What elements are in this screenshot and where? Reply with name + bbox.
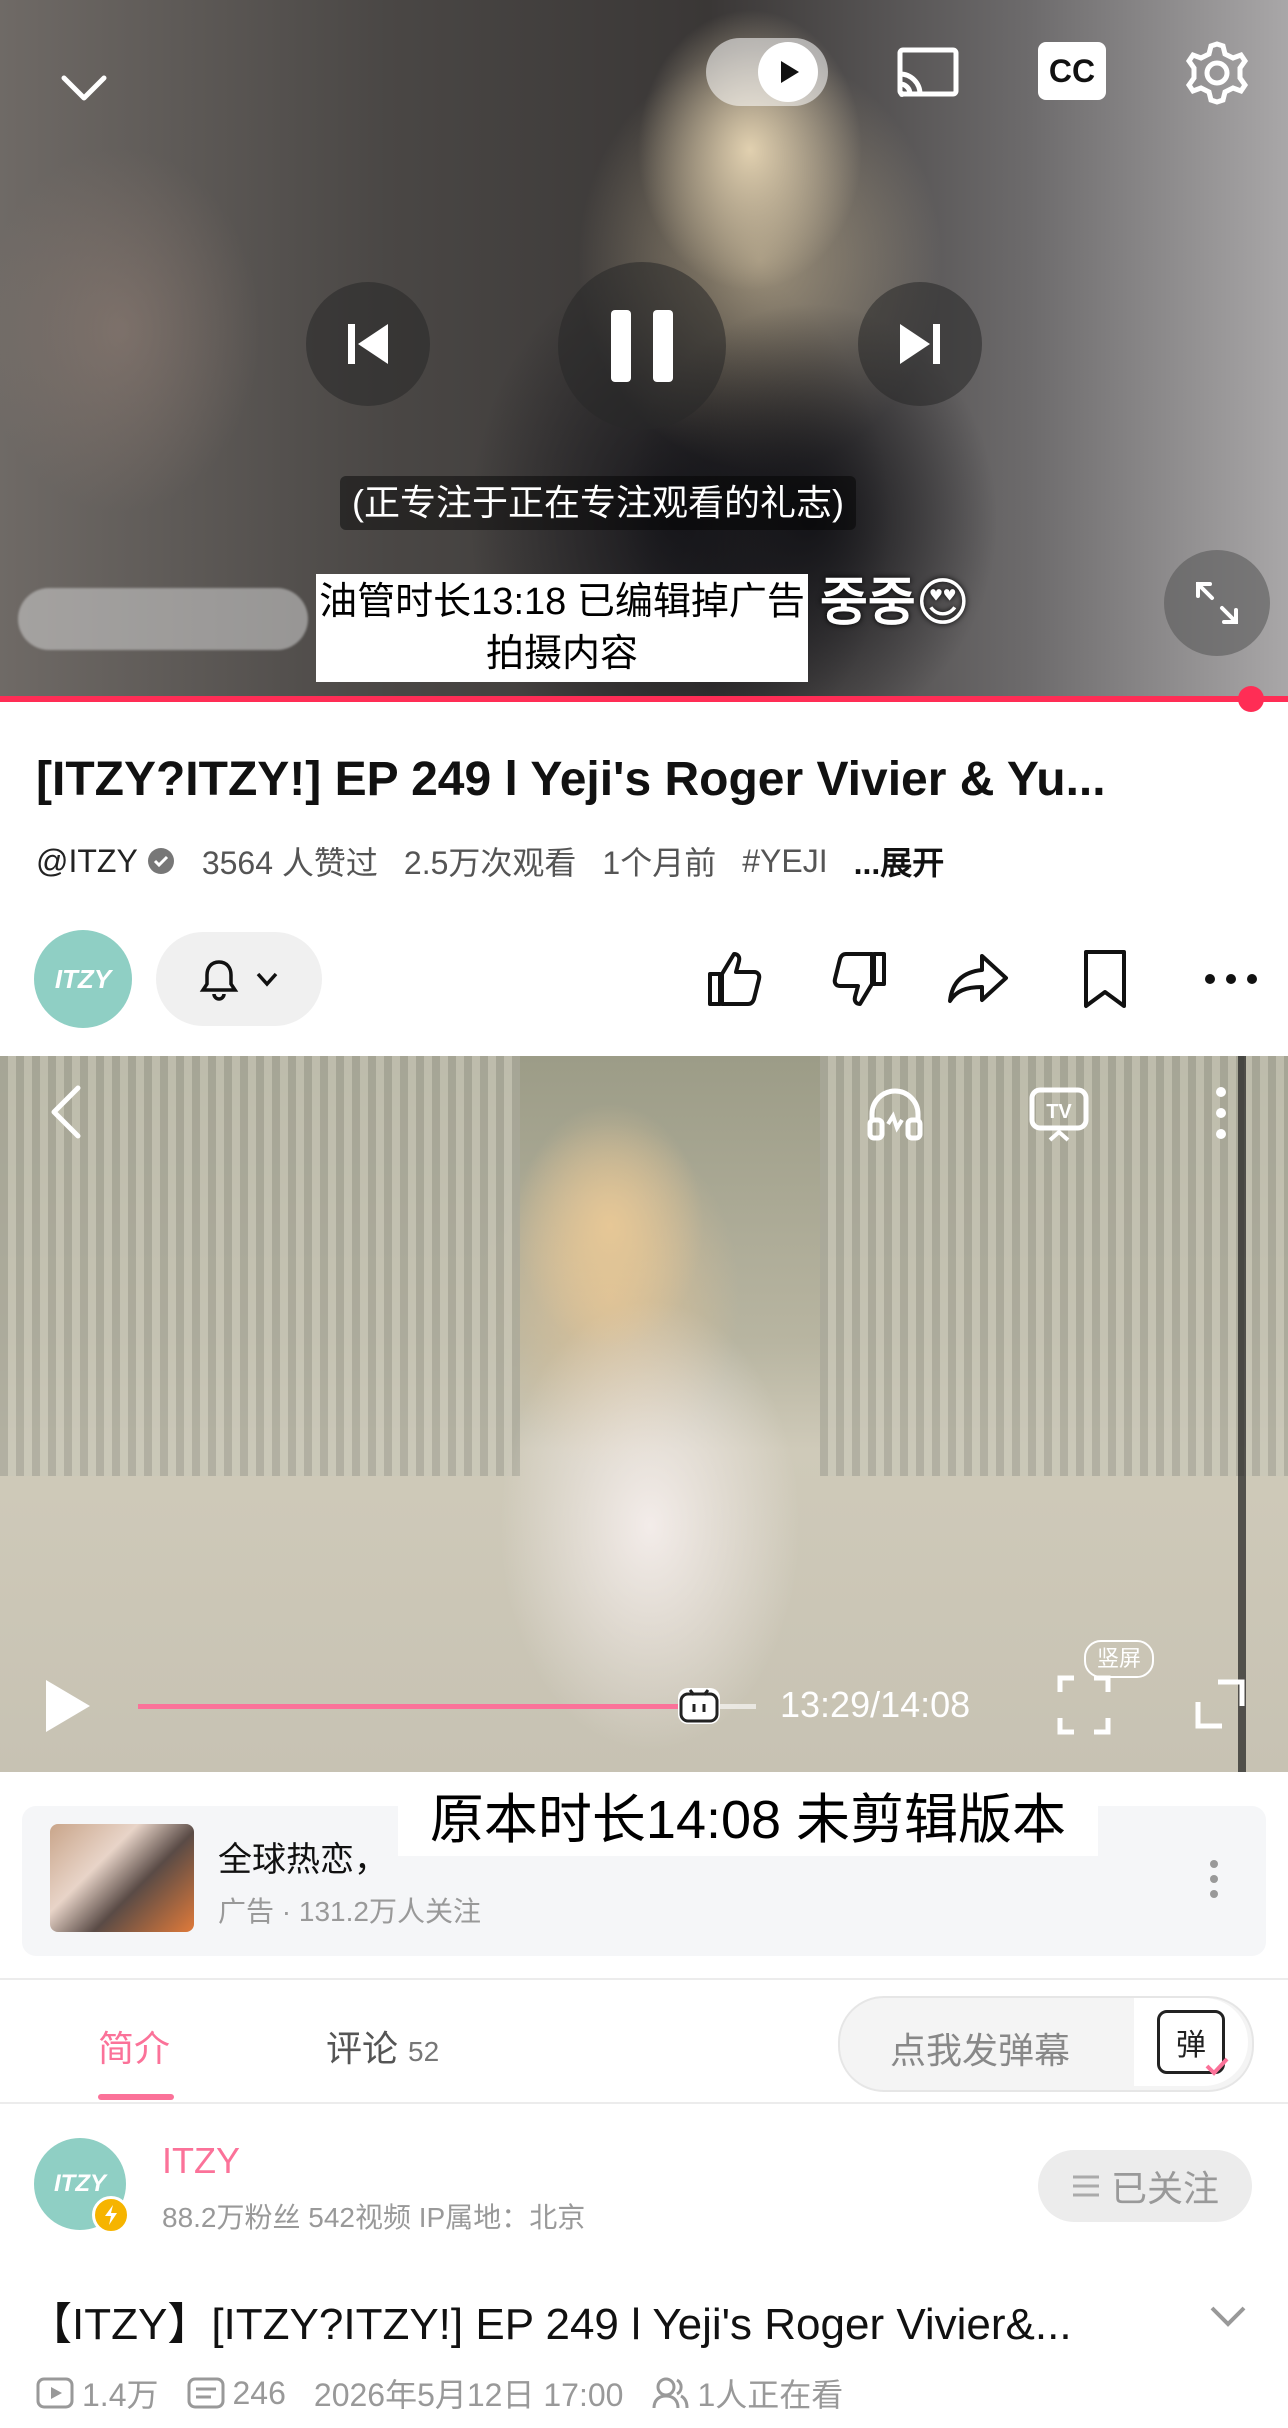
danmaku-icon: 弹 <box>1157 2010 1229 2076</box>
tab-intro[interactable]: 简介 <box>98 2020 170 2072</box>
youtube-progress-handle[interactable] <box>1238 686 1264 712</box>
more-options-button[interactable] <box>1196 944 1266 1014</box>
followed-button[interactable]: 已关注 <box>1038 2150 1252 2222</box>
tab-comments-count: 52 <box>408 2036 440 2067</box>
pause-button[interactable] <box>558 262 726 430</box>
video-frame-figure <box>440 1056 910 1772</box>
cast-icon[interactable] <box>892 40 962 110</box>
bili-fullscreen-button[interactable] <box>1192 1676 1248 1732</box>
skip-previous-icon <box>348 324 388 364</box>
next-button[interactable] <box>858 282 982 406</box>
bookmark-icon <box>1084 950 1126 1008</box>
bell-icon <box>199 960 239 1001</box>
captions-cc-icon[interactable]: CC <box>1038 42 1106 100</box>
youtube-progress-bar[interactable] <box>0 696 1288 702</box>
svg-text:TV: TV <box>1046 1101 1072 1123</box>
video-meta-row: @ITZY 3564 人赞过 2.5万次观看 1个月前 #YEJI ...展开 <box>36 838 944 884</box>
tv-cast-icon[interactable]: TV <box>1026 1080 1092 1146</box>
bili-stats-row: 1.4万 246 2026年5月12日 17:00 1人正在看 <box>36 2370 857 2416</box>
bili-progress-fill <box>138 1704 699 1709</box>
play-count: 1.4万 <box>82 2377 159 2413</box>
bili-video-title: 【ITZY】[ITZY?ITZY!] EP 249 l Yeji's Roger… <box>28 2300 1072 2349</box>
autoplay-play-icon <box>758 42 818 102</box>
danmaku-count: 246 <box>232 2374 286 2411</box>
share-arrow-icon <box>948 954 1008 1003</box>
ad-more-icon[interactable] <box>1204 1856 1224 1902</box>
watching-count: 1人正在看 <box>697 2377 844 2413</box>
skip-next-icon <box>900 324 940 364</box>
danmaku-toggle-button[interactable]: 弹 <box>1134 1998 1248 2086</box>
subscription-bell-button[interactable] <box>156 932 322 1026</box>
channel-avatar[interactable]: ITZY <box>34 930 132 1028</box>
bili-play-button[interactable] <box>40 1676 96 1736</box>
expand-arrows-icon <box>1196 582 1238 624</box>
audio-mode-headphones-icon[interactable] <box>862 1080 928 1146</box>
lightning-badge-icon <box>92 2196 130 2234</box>
dislike-button[interactable] <box>824 944 894 1014</box>
video-title[interactable]: [ITZY?ITZY!] EP 249 l Yeji's Roger Vivie… <box>36 752 1256 807</box>
divider <box>0 2102 1288 2104</box>
previous-button[interactable] <box>306 282 430 406</box>
channel-handle[interactable]: @ITZY <box>36 843 138 880</box>
like-button[interactable] <box>700 944 770 1014</box>
thumbs-down-icon <box>832 952 886 1006</box>
video-subtitle: (正专注于正在专注观看的礼志) <box>340 476 856 530</box>
save-button[interactable] <box>1070 944 1140 1014</box>
duration-note-top: 油管时长13:18 已编辑掉广告拍摄内容 <box>316 574 808 682</box>
more-vertical-icon[interactable] <box>1204 1082 1238 1144</box>
duration-note-bottom: 原本时长14:08 未剪辑版本 <box>398 1784 1098 1856</box>
tab-comments[interactable]: 评论 52 <box>326 2020 439 2072</box>
upload-time: 1个月前 <box>602 845 717 881</box>
more-horizontal-icon <box>1205 974 1257 984</box>
pause-icon <box>611 310 673 382</box>
verified-badge-icon <box>147 848 174 874</box>
watching-people-icon <box>652 2377 689 2409</box>
chevron-down-icon <box>256 972 278 987</box>
hashtag-link[interactable]: #YEJI <box>742 843 827 880</box>
autoplay-toggle[interactable] <box>706 38 828 106</box>
tab-active-indicator <box>98 2094 174 2100</box>
menu-lines-icon <box>1072 2175 1099 2197</box>
fullscreen-corners-icon <box>1195 1679 1245 1729</box>
vertical-screen-label: 竖屏 <box>1084 1640 1154 1678</box>
crop-frame-icon <box>1057 1675 1111 1735</box>
likes-count: 3564 人赞过 <box>201 845 378 881</box>
tab-comments-label: 评论 <box>326 2028 399 2069</box>
share-button[interactable] <box>944 944 1014 1014</box>
danmaku-count-icon <box>187 2377 224 2409</box>
play-icon <box>46 1680 90 1732</box>
fullscreen-button[interactable] <box>1164 550 1270 656</box>
ad-subtitle: 广告 · 131.2万人关注 <box>218 1896 481 1927</box>
ad-thumbnail <box>50 1824 194 1932</box>
ad-title: 全球热恋， <box>218 1841 388 1879</box>
collapse-chevron-icon[interactable] <box>56 60 112 116</box>
publish-date: 2026年5月12日 17:00 <box>313 2377 624 2413</box>
cable-line <box>1238 1056 1246 1772</box>
expand-title-chevron-icon[interactable] <box>1206 2294 1250 2338</box>
danmaku-placeholder: 点我发弹幕 <box>890 2030 1071 2071</box>
back-arrow-icon[interactable] <box>42 1082 92 1142</box>
vertical-screen-button[interactable] <box>1056 1674 1112 1736</box>
views-count: 2.5万次观看 <box>403 845 577 881</box>
blurred-overlay <box>18 588 308 650</box>
playback-time: 13:29/14:08 <box>780 1684 971 1725</box>
bili-progress-handle-tv-icon[interactable] <box>678 1688 720 1724</box>
expand-description-link[interactable]: ...展开 <box>854 838 945 884</box>
play-count-icon <box>36 2377 74 2409</box>
divider <box>0 1978 1288 1980</box>
uploader-name[interactable]: ITZY <box>162 2140 240 2182</box>
thumbs-up-icon <box>708 952 762 1006</box>
uploader-stats: 88.2万粉丝 542视频 IP属地：北京 <box>162 2202 586 2233</box>
korean-subtitle: 중중😍 <box>820 574 970 632</box>
settings-gear-icon[interactable] <box>1180 36 1254 110</box>
